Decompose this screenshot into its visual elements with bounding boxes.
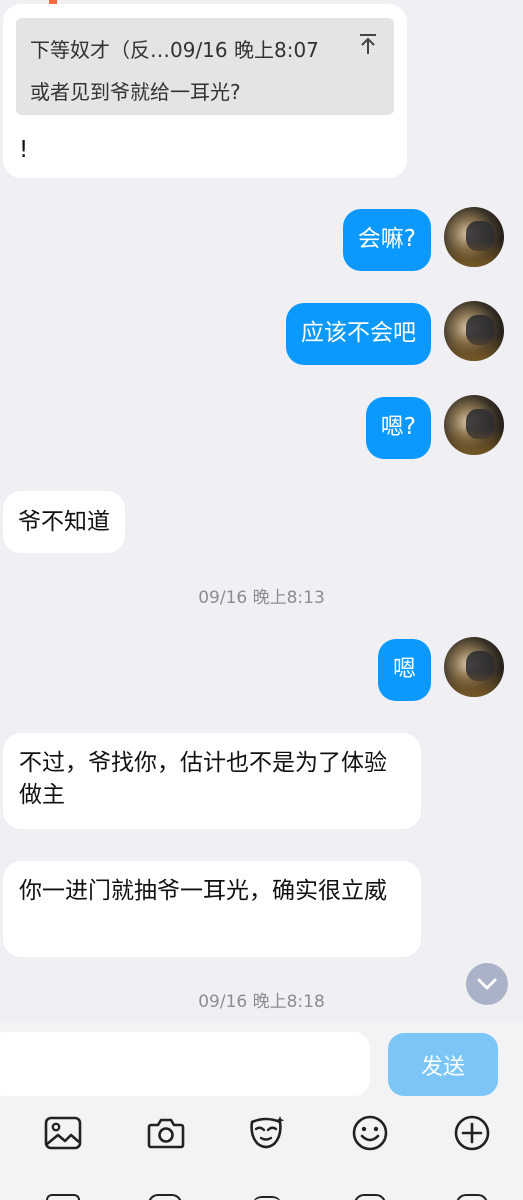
received-message-bubble[interactable]: 爷不知道 xyxy=(3,491,125,553)
reply-text: ! xyxy=(19,137,29,163)
image-icon[interactable] xyxy=(43,1113,83,1153)
received-message-bubble[interactable]: 你一进门就抽爷一耳光，确实很立威 xyxy=(3,861,421,957)
message-text: 应该不会吧 xyxy=(301,320,416,346)
send-button-label: 发送 xyxy=(420,1054,465,1080)
sent-message-bubble[interactable]: 嗯? xyxy=(365,397,431,459)
message-input[interactable] xyxy=(0,1032,370,1096)
avatar[interactable] xyxy=(444,207,504,267)
camera-icon[interactable] xyxy=(146,1113,186,1153)
message-text: 会嘛? xyxy=(357,226,416,252)
mask-icon[interactable] xyxy=(246,1113,286,1153)
message-text: 嗯? xyxy=(380,414,416,440)
scroll-to-bottom-button[interactable] xyxy=(466,963,508,1005)
partial-icon-row xyxy=(0,1190,523,1200)
partial-icon xyxy=(456,1194,488,1200)
quote-text: 或者见到爷就给一耳光? xyxy=(30,80,241,104)
emoji-icon[interactable] xyxy=(350,1113,390,1153)
partial-icon xyxy=(252,1196,282,1200)
sent-message-bubble[interactable]: 嗯 xyxy=(378,639,431,701)
avatar[interactable] xyxy=(444,301,504,361)
partial-icon xyxy=(148,1194,182,1200)
chevron-down-icon xyxy=(477,978,497,990)
quoted-message[interactable]: 下等奴才（反…09/16 晚上8:07 或者见到爷就给一耳光? xyxy=(16,18,394,115)
message-text: 不过，爷找你，估计也不是为了体验做主 xyxy=(19,750,387,808)
sent-message-bubble[interactable]: 会嘛? xyxy=(342,209,431,271)
send-button[interactable]: 发送 xyxy=(388,1033,498,1096)
received-message-bubble[interactable]: 不过，爷找你，估计也不是为了体验做主 xyxy=(3,733,421,829)
jump-to-quote-icon[interactable] xyxy=(357,32,379,56)
avatar[interactable] xyxy=(444,637,504,697)
message-text: 爷不知道 xyxy=(18,509,110,535)
message-timestamp: 09/16 晚上8:18 xyxy=(198,992,325,1012)
sent-message-bubble[interactable]: 应该不会吧 xyxy=(286,303,431,365)
partial-icon xyxy=(46,1194,80,1200)
message-timestamp: 09/16 晚上8:13 xyxy=(198,588,325,608)
partial-icon xyxy=(354,1194,386,1200)
quote-sender-time: 下等奴才（反…09/16 晚上8:07 xyxy=(30,38,319,62)
avatar[interactable] xyxy=(444,395,504,455)
plus-icon[interactable] xyxy=(452,1113,492,1153)
reply-message-bubble[interactable]: 下等奴才（反…09/16 晚上8:07 或者见到爷就给一耳光? ! xyxy=(3,4,407,178)
message-text: 嗯 xyxy=(393,656,416,682)
message-text: 你一进门就抽爷一耳光，确实很立威 xyxy=(19,878,387,904)
